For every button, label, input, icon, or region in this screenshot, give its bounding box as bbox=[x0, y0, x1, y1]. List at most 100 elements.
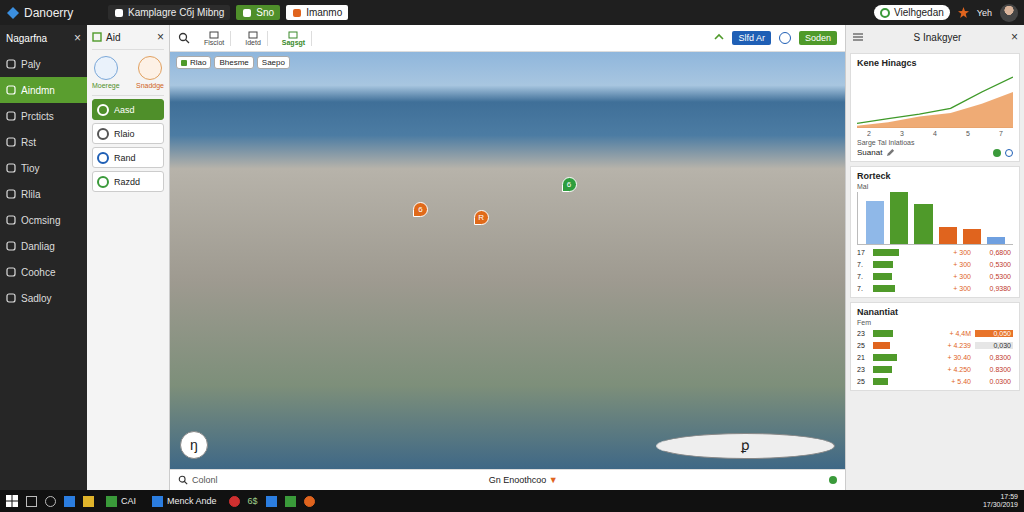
sidebar-item[interactable]: Paly bbox=[0, 51, 87, 77]
tool-panel: Aid × Moerege Snaddge Aasd Rlaio Rand Ra… bbox=[87, 25, 170, 490]
map-chip[interactable]: Bhesme bbox=[214, 56, 253, 69]
circle-icon[interactable] bbox=[779, 32, 791, 44]
app-logo[interactable]: Danoerry bbox=[6, 6, 96, 20]
extra-label: Yeh bbox=[977, 8, 992, 18]
star-icon[interactable] bbox=[958, 7, 969, 18]
square-icon bbox=[292, 8, 302, 18]
chart-bar bbox=[890, 192, 908, 244]
map-chip[interactable]: Saepo bbox=[257, 56, 290, 69]
screen: Danoerry Kamplagre Cбj Mibng Sno Imanmo … bbox=[0, 0, 1024, 512]
item-icon bbox=[6, 137, 16, 147]
tool-icon bbox=[248, 31, 258, 39]
panel-item[interactable]: Rlaio bbox=[92, 123, 164, 144]
map-pin[interactable]: 6 bbox=[562, 177, 577, 192]
close-button[interactable]: × bbox=[1011, 30, 1018, 44]
app-icon[interactable] bbox=[229, 496, 240, 507]
data-row: 7. + 300 0,5300 bbox=[857, 259, 1013, 269]
top-bar-item[interactable]: Sno bbox=[236, 5, 280, 20]
app-icon[interactable] bbox=[64, 496, 75, 507]
toolbar-button[interactable]: Soden bbox=[799, 31, 837, 45]
taskbar-app[interactable]: Menck Ande bbox=[148, 496, 221, 507]
city-map[interactable]: RlaoBhesme Saepo 6 R 6 ŋ ꝑ bbox=[170, 52, 845, 469]
top-bar-item[interactable]: Kamplagre Cбj Mibng bbox=[108, 5, 230, 20]
square-icon bbox=[242, 8, 252, 18]
toggle-icon[interactable] bbox=[993, 149, 1001, 157]
sidebar-item[interactable]: Aindmn bbox=[0, 77, 87, 103]
toolbar-tool[interactable]: Sagsgt bbox=[276, 31, 312, 46]
status-dropdown[interactable]: Gn Enoothcoo ▼ bbox=[489, 475, 558, 485]
data-row: 17 + 300 0,6800 bbox=[857, 247, 1013, 257]
tool-icon bbox=[209, 31, 219, 39]
task-view-icon[interactable] bbox=[26, 496, 37, 507]
top-bar: Danoerry Kamplagre Cбj Mibng Sno Imanmo … bbox=[0, 0, 1024, 25]
status-icon bbox=[880, 8, 890, 18]
sidebar-header: Nagarfna × bbox=[0, 25, 87, 51]
toolbar-tool[interactable]: Idetd bbox=[239, 31, 268, 46]
panel-item[interactable]: Aasd bbox=[92, 99, 164, 120]
item-icon bbox=[6, 111, 16, 121]
search-icon[interactable] bbox=[45, 496, 56, 507]
menu-icon[interactable] bbox=[852, 32, 864, 42]
grid-icon bbox=[92, 32, 102, 42]
right-panel: S Inakgyer × Kene Hinagcs 23457 Sarge Ta… bbox=[845, 25, 1024, 490]
toolbar-button[interactable]: Slfd Ar bbox=[732, 31, 771, 45]
sidebar-item[interactable]: Tioy bbox=[0, 155, 87, 181]
close-button[interactable]: × bbox=[157, 30, 164, 44]
app-icon bbox=[106, 496, 117, 507]
data-row: 7. + 300 0,9380 bbox=[857, 283, 1013, 293]
data-row: 7. + 300 0,5300 bbox=[857, 271, 1013, 281]
panel-tool[interactable]: Snaddge bbox=[136, 56, 164, 89]
windows-icon[interactable] bbox=[6, 495, 18, 507]
circle-icon[interactable] bbox=[1005, 149, 1013, 157]
sidebar-item[interactable]: Coohce bbox=[0, 259, 87, 285]
bar-chart-card: Rorteck Mal 17 + 300 0,68007. + 300 0,53… bbox=[850, 166, 1020, 298]
lock-icon[interactable] bbox=[714, 33, 724, 43]
line-chart bbox=[857, 70, 1013, 128]
sidebar-item[interactable]: Sadloy bbox=[0, 285, 87, 311]
chart-bar bbox=[963, 229, 981, 244]
user-label[interactable]: Vielhgedan bbox=[874, 5, 950, 20]
sidebar-item[interactable]: Ocmsing bbox=[0, 207, 87, 233]
panel-item[interactable]: Rand bbox=[92, 147, 164, 168]
table-row: 23 + 4.250 0.8300 bbox=[857, 364, 1013, 374]
compass-button[interactable]: ŋ bbox=[180, 431, 208, 459]
chart-bar bbox=[866, 201, 884, 244]
sidebar-item[interactable]: Rlila bbox=[0, 181, 87, 207]
panel-header: Aid × bbox=[92, 25, 164, 50]
diamond-logo-icon bbox=[6, 6, 20, 20]
map-chip[interactable]: Rlao bbox=[176, 56, 211, 69]
map-pin[interactable]: R bbox=[474, 210, 489, 225]
sidebar-item[interactable]: Prcticts bbox=[0, 103, 87, 129]
chart-bar bbox=[987, 237, 1005, 244]
panel-header: S Inakgyer × bbox=[850, 25, 1020, 49]
map-pin[interactable]: 6 bbox=[413, 202, 428, 217]
sidebar-item[interactable]: Danliag bbox=[0, 233, 87, 259]
taskbar-app[interactable]: CAI bbox=[102, 496, 140, 507]
search-icon[interactable] bbox=[178, 32, 190, 44]
square-icon bbox=[114, 8, 124, 18]
taskbar: CAI Menck Ande 6$ 17:59 17/30/2019 bbox=[0, 490, 1024, 512]
bar-chart bbox=[857, 192, 1013, 245]
folder-icon[interactable] bbox=[83, 496, 94, 507]
line-series bbox=[857, 77, 1013, 123]
close-button[interactable]: × bbox=[74, 31, 81, 45]
item-icon bbox=[97, 128, 109, 140]
app-icon[interactable] bbox=[266, 496, 277, 507]
panel-item[interactable]: Razdd bbox=[92, 171, 164, 192]
panel-tool[interactable]: Moerege bbox=[92, 56, 120, 89]
toolbar-tool[interactable]: Fisciot bbox=[198, 31, 231, 46]
tool-icon bbox=[288, 31, 298, 39]
clock[interactable]: 17:59 17/30/2019 bbox=[983, 493, 1018, 508]
item-icon bbox=[97, 152, 109, 164]
chart-bar bbox=[914, 204, 932, 244]
app-icon[interactable] bbox=[285, 496, 296, 507]
main-view: Fisciot Idetd Sagsgt Slfd Ar Soden RlaoB… bbox=[170, 25, 845, 490]
sidebar-item[interactable]: Rst bbox=[0, 129, 87, 155]
table-row: 23 + 4,4M 0,050 bbox=[857, 328, 1013, 338]
top-bar-item[interactable]: Imanmo bbox=[286, 5, 348, 20]
avatar-icon[interactable] bbox=[1000, 4, 1018, 22]
app-icon[interactable] bbox=[304, 496, 315, 507]
map-control-button[interactable]: ꝑ bbox=[656, 433, 835, 459]
status-icon bbox=[829, 476, 837, 484]
pencil-icon[interactable] bbox=[886, 148, 895, 157]
